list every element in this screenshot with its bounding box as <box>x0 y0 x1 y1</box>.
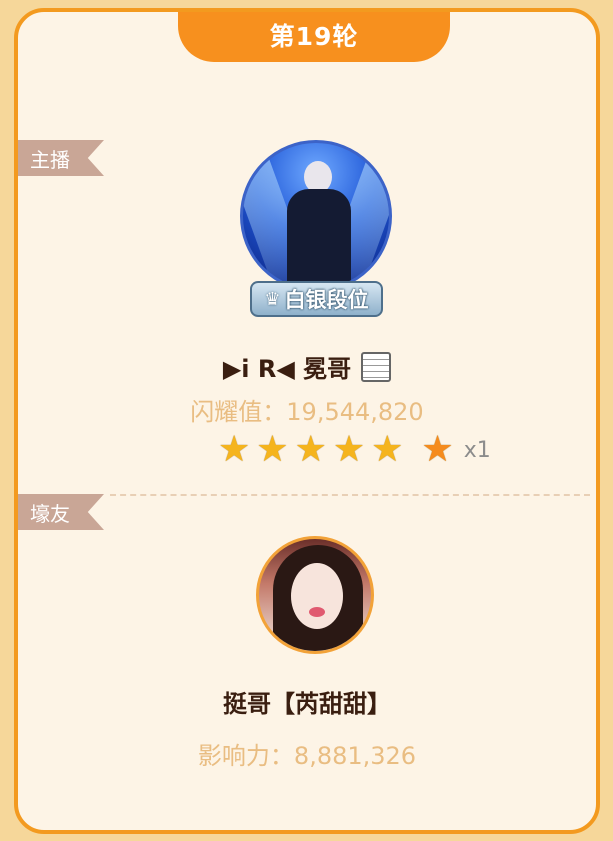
host-name-row: ▶i R◀ 冕哥 <box>18 349 596 384</box>
host-metric-label: 闪耀值： <box>190 398 287 426</box>
host-metric: 闪耀值：19,544,820 <box>18 392 596 427</box>
host-metric-value: 19,544,820 <box>286 398 424 426</box>
rank-label: 白银段位 <box>284 288 369 312</box>
bonus-star-icon: ★ <box>421 429 454 470</box>
gold-star-icon: ★ <box>218 429 251 470</box>
fan-avatar[interactable] <box>256 536 374 654</box>
star-rating: ★ ★ ★ ★ ★ ★ x1 <box>218 432 491 468</box>
host-name[interactable]: ▶i R◀ 冕哥 <box>223 349 351 384</box>
fan-lips <box>309 607 325 617</box>
singer-body <box>287 189 351 289</box>
document-icon[interactable] <box>361 351 392 382</box>
fan-name[interactable]: 挺哥【芮甜甜】 <box>18 684 596 719</box>
fan-section-tag: 壕友 <box>18 494 104 530</box>
fan-metric-label: 影响力： <box>197 742 294 770</box>
section-divider <box>110 494 590 496</box>
round-title: 第19轮 <box>178 12 450 62</box>
crown-icon: ♛ <box>264 288 281 310</box>
gold-star-icon: ★ <box>332 429 366 470</box>
gold-star-icon: ★ <box>294 429 327 470</box>
gold-star-icon: ★ <box>256 429 289 470</box>
bonus-multiplier: x1 <box>463 437 491 463</box>
round-card: 第19轮 主播 ♛ 白银段位 ▶i R◀ 冕哥 闪耀值：19,544,820 ★… <box>14 8 600 834</box>
gold-star-icon: ★ <box>371 429 404 470</box>
rank-badge: ♛ 白银段位 <box>250 281 383 317</box>
fan-metric-value: 8,881,326 <box>293 742 417 770</box>
fan-face <box>291 563 343 629</box>
fan-metric: 影响力：8,881,326 <box>18 736 596 771</box>
host-avatar[interactable] <box>240 140 392 292</box>
host-section-tag: 主播 <box>18 140 104 176</box>
